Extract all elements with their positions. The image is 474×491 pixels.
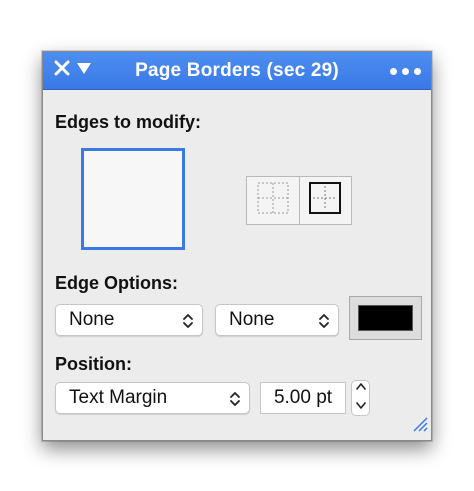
position-relative-value: Text Margin <box>69 387 168 408</box>
title-bar[interactable]: Page Borders (sec 29) <box>43 52 431 90</box>
chevron-down-icon[interactable] <box>355 398 367 416</box>
edge-color-well[interactable] <box>349 296 422 340</box>
all-edges-button[interactable] <box>247 177 299 224</box>
more-dot-icon <box>390 67 397 75</box>
up-down-chevron-icon <box>181 311 195 337</box>
position-label: Position: <box>55 354 132 374</box>
edge-style-popup[interactable]: None <box>55 304 203 336</box>
edge-options-label: Edge Options: <box>55 273 178 293</box>
more-dot-icon <box>414 67 421 75</box>
window-title: Page Borders (sec 29) <box>135 60 339 81</box>
chevron-up-icon[interactable] <box>355 380 367 398</box>
up-down-chevron-icon <box>228 389 242 415</box>
resize-grip-icon[interactable] <box>410 414 428 437</box>
edge-style-value: None <box>69 309 115 330</box>
all-edges-dotted-grid-icon <box>255 180 291 221</box>
page-borders-panel: Page Borders (sec 29) Edges to modify: E… <box>42 51 432 441</box>
outer-box-icon <box>307 180 343 221</box>
edges-to-modify-label: Edges to modify: <box>55 112 202 132</box>
color-swatch <box>358 305 413 331</box>
edge-preset-segmented-control <box>246 176 352 225</box>
more-dot-icon <box>402 67 409 75</box>
offset-field[interactable]: 5.00 pt <box>260 382 346 414</box>
edge-selector-preview[interactable] <box>81 148 185 250</box>
outer-edges-button[interactable] <box>298 177 352 224</box>
position-relative-popup[interactable]: Text Margin <box>55 382 250 414</box>
more-options-button[interactable] <box>390 60 421 82</box>
up-down-chevron-icon <box>317 311 331 337</box>
offset-stepper[interactable] <box>351 380 370 416</box>
edge-width-popup[interactable]: None <box>215 304 339 336</box>
edge-width-value: None <box>229 309 275 330</box>
